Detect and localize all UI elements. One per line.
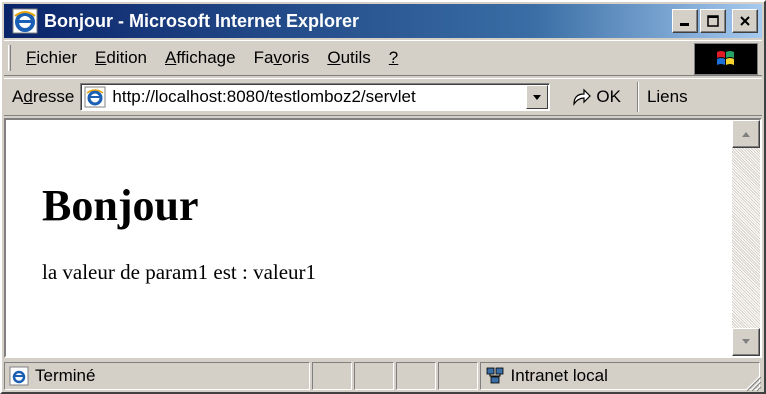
- zone-label: Intranet local: [510, 366, 608, 385]
- status-panel-empty-2: [354, 362, 394, 390]
- menu-bar: Fichier Edition Affichage Favoris Outils…: [4, 40, 762, 76]
- go-button[interactable]: OK: [570, 86, 621, 108]
- status-text-panel: Terminé: [4, 362, 311, 390]
- ie-page-icon: [9, 366, 29, 386]
- page-viewport: Bonjour la valeur de param1 est : valeur…: [4, 118, 762, 358]
- window-controls: [672, 9, 758, 33]
- intranet-zone-icon: [486, 367, 503, 384]
- status-text: Terminé: [35, 366, 96, 385]
- go-label: OK: [596, 87, 621, 106]
- scroll-down-button[interactable]: [732, 328, 760, 356]
- status-bar: Terminé Intranet local: [4, 362, 762, 392]
- go-arrow-icon: [573, 88, 592, 106]
- address-url: http://localhost:8080/testlomboz2/servle…: [112, 87, 416, 106]
- ie-logo-icon: [12, 8, 38, 34]
- close-button[interactable]: [732, 9, 758, 33]
- page-paragraph: la valeur de param1 est : valeur1: [42, 260, 317, 284]
- page-heading: Bonjour: [42, 181, 199, 230]
- maximize-button[interactable]: [700, 9, 726, 33]
- minimize-icon: [680, 23, 689, 26]
- scroll-up-icon: [742, 132, 750, 137]
- vertical-scrollbar[interactable]: [732, 120, 760, 356]
- page-body: Bonjour la valeur de param1 est : valeur…: [6, 120, 732, 356]
- menu-edition[interactable]: Edition: [86, 46, 156, 70]
- windows-logo-throbber: [694, 43, 758, 75]
- links-button[interactable]: Liens: [647, 87, 688, 107]
- status-panel-empty-3: [395, 362, 436, 390]
- browser-window: Bonjour - Microsoft Internet Explorer Fi…: [0, 0, 766, 394]
- ie-page-icon: [84, 86, 106, 108]
- status-panel-empty-1: [312, 362, 353, 390]
- windows-logo-icon: [717, 51, 734, 65]
- address-dropdown-button[interactable]: [526, 85, 549, 109]
- toolbar-grip[interactable]: [8, 45, 11, 71]
- menu-help[interactable]: ?: [380, 46, 407, 70]
- menu-outils[interactable]: Outils: [318, 46, 379, 70]
- scroll-down-icon: [742, 339, 750, 344]
- title-bar[interactable]: Bonjour - Microsoft Internet Explorer: [4, 4, 762, 38]
- status-panel-empty-4: [437, 362, 478, 390]
- toolbar-separator: [636, 82, 639, 112]
- scroll-up-button[interactable]: [732, 120, 760, 148]
- menu-fichier[interactable]: Fichier: [17, 46, 86, 70]
- chevron-down-icon: [533, 95, 542, 100]
- address-input[interactable]: http://localhost:8080/testlomboz2/servle…: [80, 83, 551, 111]
- address-label: Adresse: [12, 87, 75, 106]
- menu-favoris[interactable]: Favoris: [245, 46, 319, 70]
- security-zone-panel[interactable]: Intranet local: [479, 362, 761, 390]
- menu-affichage[interactable]: Affichage: [156, 46, 245, 70]
- address-bar: Adresse http://localhost:8080/testlomboz…: [4, 78, 762, 116]
- minimize-button[interactable]: [672, 9, 698, 33]
- maximize-icon: [707, 15, 719, 27]
- close-icon: [740, 16, 750, 26]
- resize-grip-icon[interactable]: [740, 370, 762, 392]
- window-title: Bonjour - Microsoft Internet Explorer: [44, 10, 360, 31]
